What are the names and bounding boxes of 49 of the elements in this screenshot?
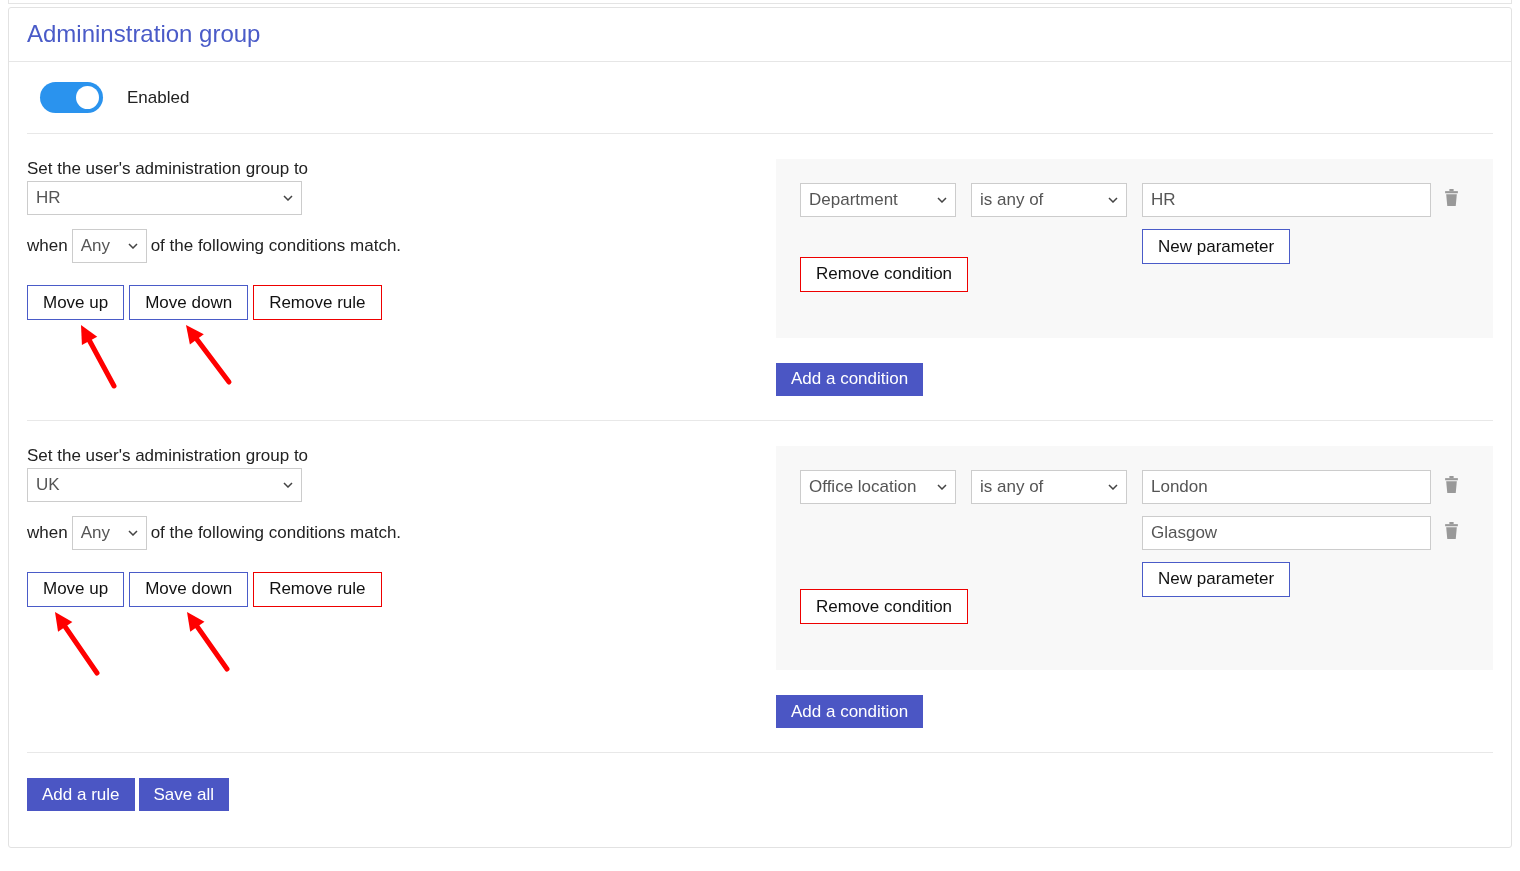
footer-button[interactable]: Add a rule	[27, 778, 135, 811]
chevron-icon	[937, 483, 947, 490]
trash-icon[interactable]	[1445, 189, 1458, 206]
chevron-icon	[127, 529, 138, 536]
move-button[interactable]: Move down	[129, 571, 249, 607]
rule-prompt: Set the user's administration group to	[27, 159, 310, 179]
when-label: when	[27, 236, 68, 256]
add-condition-button[interactable]: Add a condition	[776, 362, 924, 396]
value-field[interactable]: London	[1142, 469, 1431, 504]
move-button[interactable]: Move up	[27, 571, 125, 607]
chevron-icon	[283, 195, 293, 201]
operator-select[interactable]: is any of	[971, 469, 1127, 504]
move-button[interactable]: Move up	[27, 285, 125, 320]
footer-button[interactable]: Save all	[138, 778, 229, 811]
operator-select[interactable]: is any of	[971, 183, 1127, 217]
match-select[interactable]: Any	[71, 515, 147, 550]
enabled-toggle[interactable]	[40, 82, 103, 113]
add-condition-button[interactable]: Add a condition	[776, 695, 924, 728]
chevron-icon	[1108, 197, 1118, 203]
trash-icon[interactable]	[1445, 475, 1458, 493]
annotation-arrow	[55, 611, 100, 675]
when-label: when	[27, 522, 68, 543]
trash-icon[interactable]	[1445, 521, 1458, 539]
value-field[interactable]: HR	[1142, 183, 1431, 217]
move-button[interactable]: Move down	[129, 285, 249, 320]
toggle-label: Enabled	[127, 87, 190, 108]
remove-condition-button[interactable]: Remove condition	[800, 589, 969, 624]
chevron-icon	[937, 197, 947, 203]
new-parameter-button[interactable]: New parameter	[1142, 561, 1291, 597]
value-field[interactable]: Glasgow	[1142, 515, 1431, 550]
chevron-icon	[127, 243, 138, 249]
field-select[interactable]: Department	[800, 183, 956, 217]
group-select[interactable]: HR	[27, 181, 302, 215]
new-parameter-button[interactable]: New parameter	[1142, 229, 1291, 264]
chevron-icon	[283, 481, 293, 488]
group-select[interactable]: UK	[27, 467, 302, 502]
remove-rule-button[interactable]: Remove rule	[253, 285, 382, 320]
remove-condition-button[interactable]: Remove condition	[800, 256, 969, 292]
field-select[interactable]: Office location	[800, 469, 956, 504]
annotation-arrow	[81, 325, 117, 389]
match-suffix: of the following conditions match.	[150, 522, 402, 543]
match-suffix: of the following conditions match.	[150, 236, 402, 256]
match-select[interactable]: Any	[71, 229, 147, 263]
remove-rule-button[interactable]: Remove rule	[253, 571, 382, 607]
chevron-icon	[1108, 483, 1118, 490]
annotation-arrow	[187, 611, 230, 671]
rule-prompt: Set the user's administration group to	[27, 445, 310, 466]
annotation-arrow	[186, 325, 232, 385]
section-title: Admininstration group	[27, 20, 261, 47]
